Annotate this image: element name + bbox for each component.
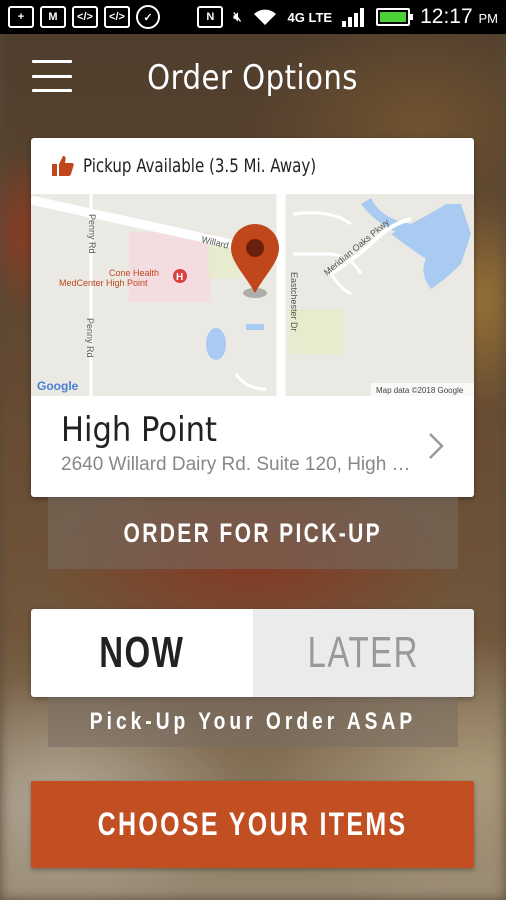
- choose-items-label: CHOOSE YOUR ITEMS: [97, 806, 408, 842]
- clock: 12:17 PM: [420, 5, 498, 28]
- location-address: 2640 Willard Dairy Rd. Suite 120, High P…: [61, 454, 421, 475]
- svg-text:H: H: [176, 272, 183, 283]
- status-bar-notifications: + M </> </> ✓: [8, 5, 160, 29]
- later-option[interactable]: LATER: [252, 609, 474, 697]
- app-header: Order Options: [0, 34, 506, 122]
- pickup-label: Pickup Available (3.5 Mi. Away): [83, 155, 317, 177]
- location-card: Pickup Available (3.5 Mi. Away) Penny Rd…: [31, 138, 474, 497]
- status-bar-system: N 🔇︎ 4G LTE 12:17 PM: [197, 5, 498, 29]
- map-poi-label: Cone Health: [109, 268, 159, 278]
- map-road-label: Penny Rd: [87, 214, 97, 254]
- chat-icon: ✓: [136, 5, 160, 29]
- timing-toggle: NOW LATER: [31, 609, 474, 697]
- nfc-icon: N: [197, 6, 224, 28]
- now-label: NOW: [99, 628, 185, 677]
- order-for-pickup-label: ORDER FOR PICK-UP: [123, 517, 383, 548]
- wifi-icon: [253, 9, 276, 25]
- map-poi-label: MedCenter High Point: [59, 278, 148, 288]
- battery-icon: [376, 8, 414, 26]
- network-type: 4G LTE: [287, 9, 333, 25]
- code-icon: </>: [104, 6, 130, 28]
- location-map[interactable]: Penny Rd Willard Cone Health MedCenter H…: [31, 194, 474, 396]
- chevron-right-icon: [429, 433, 444, 459]
- order-for-pickup-button[interactable]: ORDER FOR PICK-UP: [48, 497, 458, 569]
- thumbs-up-icon: [52, 156, 74, 176]
- signal-icon: [342, 8, 365, 27]
- hamburger-menu-icon[interactable]: [32, 60, 72, 92]
- page-title: Order Options: [147, 58, 359, 98]
- mail-icon: M: [40, 6, 66, 28]
- google-logo: Google: [37, 379, 79, 393]
- timing-description-text: Pick-Up Your Order ASAP: [89, 708, 417, 735]
- code-icon: </>: [72, 6, 98, 28]
- later-label: LATER: [307, 628, 419, 677]
- mute-icon: 🔇︎: [233, 9, 242, 24]
- plus-icon: +: [8, 6, 34, 28]
- location-name: High Point: [61, 410, 218, 450]
- map-attribution: Map data ©2018 Google: [376, 386, 464, 395]
- map-road-label: Penny Rd: [85, 318, 95, 358]
- location-details[interactable]: High Point 2640 Willard Dairy Rd. Suite …: [31, 396, 474, 497]
- now-option[interactable]: NOW: [31, 609, 253, 697]
- status-bar: + M </> </> ✓ N 🔇︎ 4G LTE 12:17 PM: [0, 0, 506, 34]
- pickup-availability: Pickup Available (3.5 Mi. Away): [31, 138, 474, 194]
- map-road-label: Eastchester Dr: [289, 272, 299, 332]
- choose-items-button[interactable]: CHOOSE YOUR ITEMS: [31, 781, 474, 868]
- timing-description: Pick-Up Your Order ASAP: [48, 697, 458, 747]
